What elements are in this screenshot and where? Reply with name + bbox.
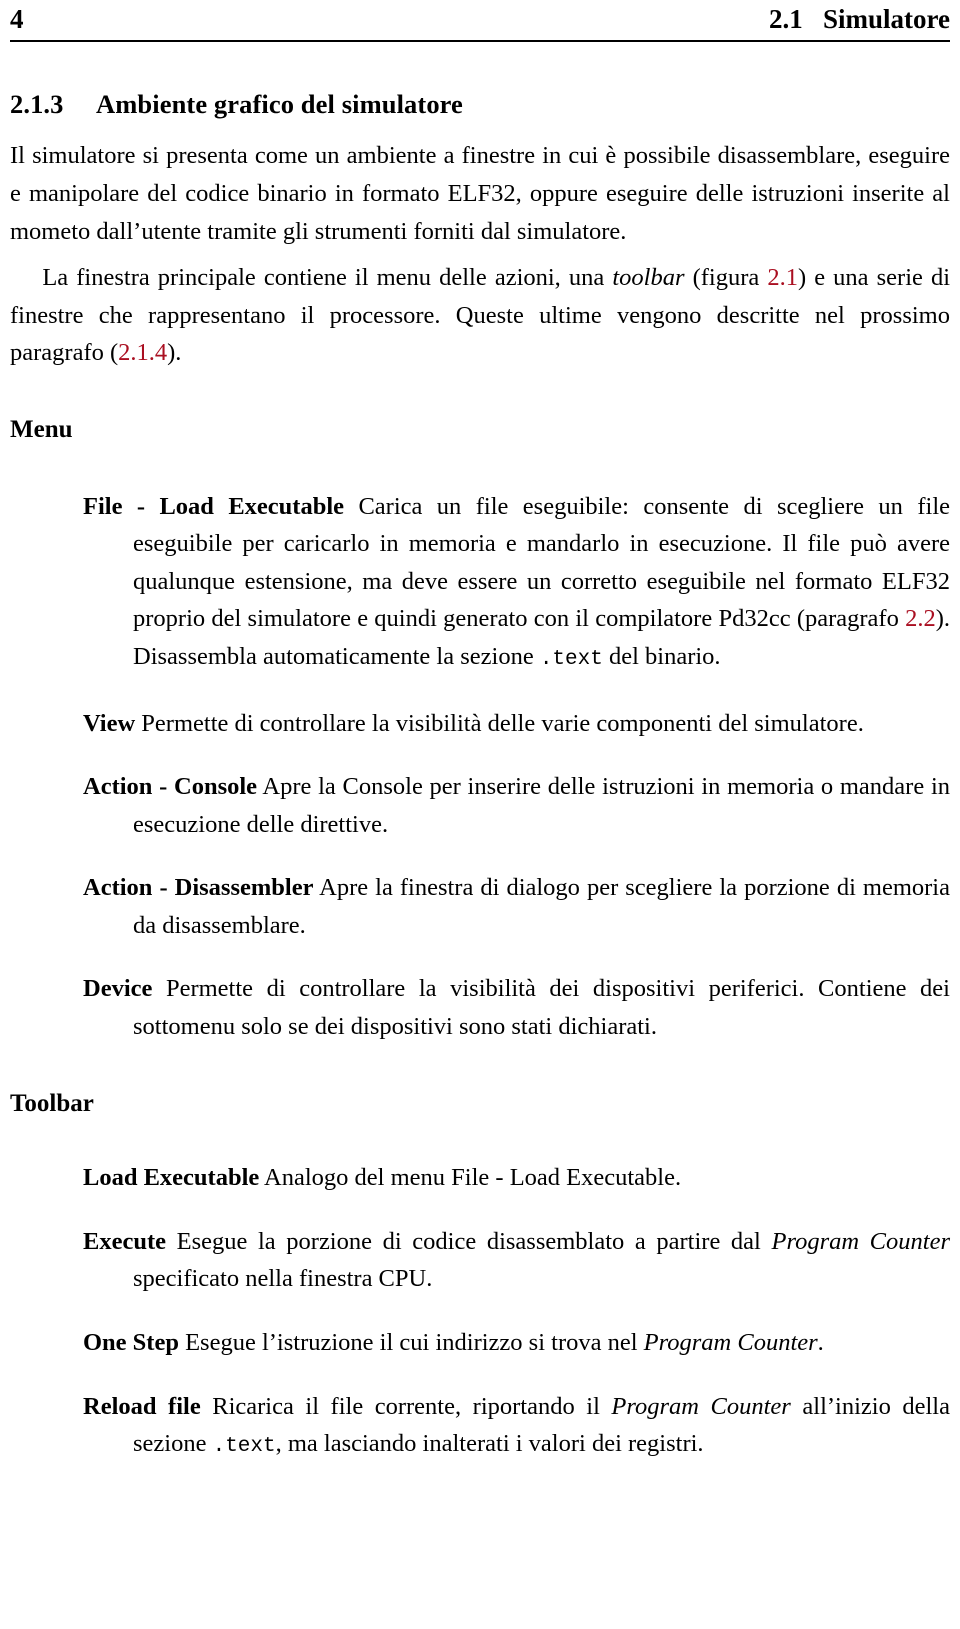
page-number: 4: [10, 4, 24, 34]
menu-term-view: View: [83, 709, 136, 737]
toolbar-desc-execute-part-a: Esegue la porzione di codice disassembla…: [166, 1227, 772, 1255]
toolbar-desc-reload-part-c: , ma lasciando inalterati i valori dei r…: [275, 1430, 704, 1458]
intro-p2-toolbar-emphasis: toolbar: [612, 264, 685, 292]
toolbar-desc-execute-part-b: specificato nella finestra CPU.: [133, 1265, 433, 1293]
program-counter-emphasis-one-step: Program Counter: [643, 1328, 818, 1356]
menu-item-file-load-executable: File - Load Executable Carica un file es…: [83, 488, 950, 679]
menu-item-device: Device Permette di controllare la visibi…: [83, 970, 950, 1045]
page-body: 2.1.3 Ambiente grafico del simulatore Il …: [10, 89, 950, 1466]
toolbar-term-one-step: One Step: [83, 1328, 179, 1356]
spacer-after-toolbar-heading: [10, 1117, 950, 1159]
cross-reference-figure-2-1[interactable]: 2.1: [767, 264, 798, 291]
toolbar-item-one-step: One Step Esegue l’istruzione il cui indi…: [83, 1324, 950, 1362]
menu-item-action-disassembler: Action - Disassembler Apre la finestra d…: [83, 869, 950, 944]
menu-desc-file-part-c: del binario.: [602, 642, 721, 670]
toolbar-desc-reload-part-a: Ricarica il file corrente, riportando il: [200, 1392, 612, 1420]
toolbar-desc-one-step-part-b: .: [817, 1328, 824, 1356]
menu-item-action-console: Action - Console Apre la Console per ins…: [83, 768, 950, 843]
header-rule: [10, 40, 950, 42]
toolbar-term-execute: Execute: [83, 1227, 166, 1255]
toolbar-desc-load-executable: Analogo del menu File - Load Executable.: [259, 1164, 682, 1192]
menu-term-action-disassembler: Action - Disassembler: [83, 874, 314, 902]
cross-reference-section-2-1-4[interactable]: 2.1.4: [118, 339, 167, 366]
document-page: 4 2.1 Simulatore 2.1.3 Ambiente grafico d…: [0, 0, 960, 1629]
menu-term-device: Device: [83, 975, 153, 1003]
section-number: 2.1.3: [10, 89, 64, 119]
running-head-title: 2.1 Simulatore: [769, 4, 950, 34]
menu-desc-view: Permette di controllare la visibilità de…: [135, 709, 864, 737]
toolbar-desc-one-step-part-a: Esegue l’istruzione il cui indirizzo si …: [178, 1328, 644, 1356]
intro-paragraph-2: La finestra principale contiene il menu …: [10, 259, 950, 372]
section-heading: 2.1.3 Ambiente grafico del simulatore: [10, 89, 950, 119]
intro-p2-part-b: (figura: [684, 264, 768, 292]
toolbar-term-load-executable: Load Executable: [83, 1164, 260, 1192]
intro-p2-part-d: ).: [167, 339, 182, 367]
program-counter-emphasis-execute: Program Counter: [771, 1227, 950, 1255]
cross-reference-section-2-2[interactable]: 2.2: [905, 605, 936, 632]
toolbar-description-list: Load Executable Analogo del menu File - …: [10, 1159, 950, 1466]
intro-paragraph-1: Il simulatore si presenta come un ambien…: [10, 137, 950, 250]
section-title: Ambiente grafico del simulatore: [96, 89, 463, 119]
running-head: 4 2.1 Simulatore: [10, 0, 950, 40]
spacer-after-menu-heading: [10, 444, 950, 488]
subheading-menu: Menu: [10, 416, 73, 444]
menu-description-list: File - Load Executable Carica un file es…: [10, 488, 950, 1046]
menu-term-action-console: Action - Console: [83, 773, 258, 801]
toolbar-term-reload-file: Reload file: [83, 1392, 201, 1420]
menu-term-file-load-executable: File - Load Executable: [83, 492, 345, 520]
program-counter-emphasis-reload: Program Counter: [611, 1392, 791, 1420]
intro-paragraph-1-text: Il simulatore si presenta come un ambien…: [10, 142, 950, 245]
code-text-section: .text: [539, 647, 603, 671]
toolbar-item-reload-file: Reload file Ricarica il file corrente, r…: [83, 1388, 950, 1466]
code-text-section-reload: .text: [212, 1435, 276, 1459]
intro-p2-part-a: La finestra principale contiene il menu …: [42, 264, 613, 292]
toolbar-item-execute: Execute Esegue la porzione di codice dis…: [83, 1223, 950, 1298]
menu-item-view: View Permette di controllare la visibili…: [83, 705, 950, 743]
menu-desc-device: Permette di controllare la visibilità de…: [133, 975, 950, 1041]
subheading-toolbar: Toolbar: [10, 1089, 94, 1117]
toolbar-item-load-executable: Load Executable Analogo del menu File - …: [83, 1159, 950, 1197]
